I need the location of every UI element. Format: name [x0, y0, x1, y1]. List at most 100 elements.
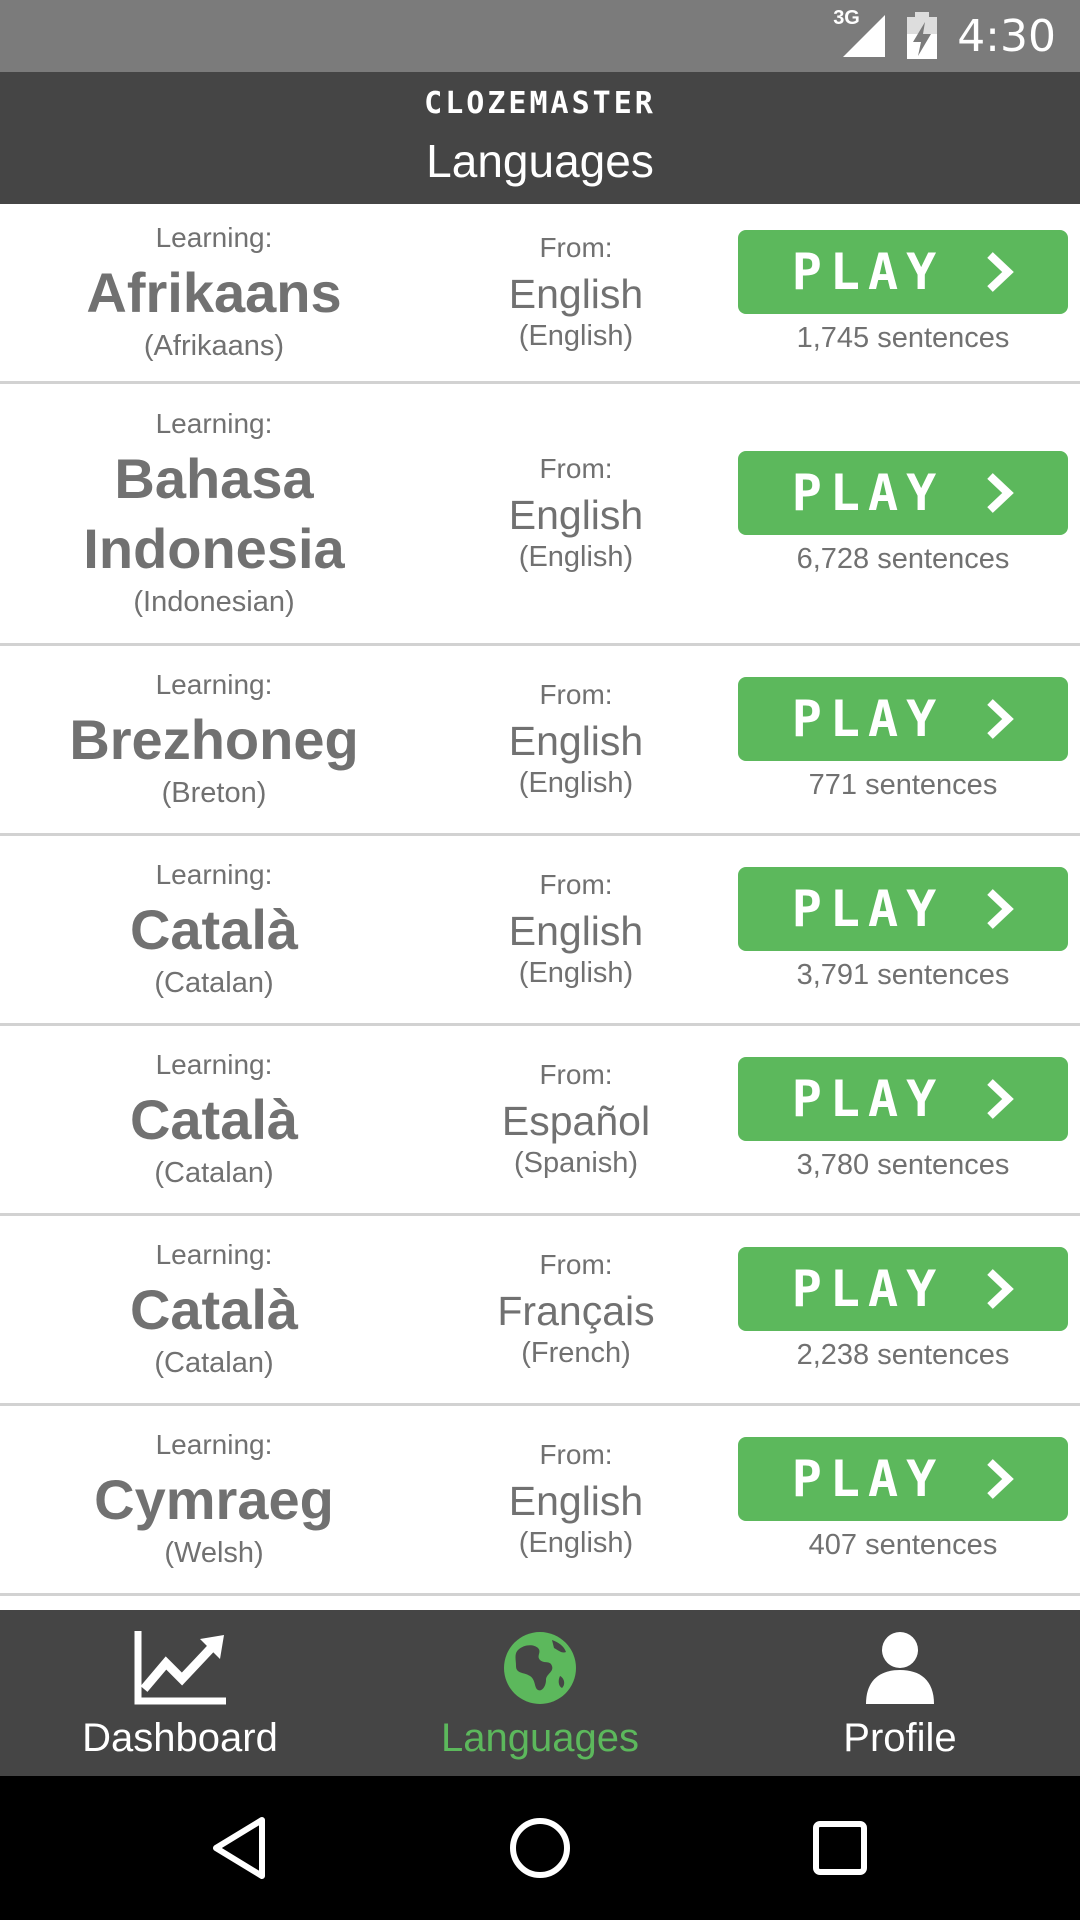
status-indicators: 3G 4:30: [833, 0, 1056, 72]
play-button-label: PLAY: [791, 1260, 945, 1318]
recents-icon[interactable]: [800, 1812, 880, 1884]
clock: 4:30: [957, 10, 1056, 62]
from-column: From: Français (French): [430, 1216, 722, 1403]
sentence-count: 407 sentences: [808, 1529, 998, 1561]
learning-label: Learning:: [155, 859, 273, 890]
learning-language-name: Bahasa Indonesia: [83, 447, 345, 580]
learning-language-name: Cymraeg: [94, 1468, 334, 1531]
from-language-english: (French): [521, 1337, 631, 1369]
play-button[interactable]: PLAY: [738, 230, 1068, 314]
sentence-count: 3,791 sentences: [796, 959, 1010, 991]
chevron-right-icon: [987, 1269, 1015, 1309]
language-row[interactable]: Learning: Català (Catalan) From: English (Eng…: [0, 836, 1080, 1026]
language-row[interactable]: Learning: Català (Catalan) From: Français (Fr…: [0, 1216, 1080, 1406]
home-icon[interactable]: [500, 1812, 580, 1884]
from-language-name: English: [508, 718, 644, 764]
learning-label: Learning:: [155, 1239, 273, 1270]
language-row[interactable]: Learning: Brezhoneg (Breton) From: English (E…: [0, 646, 1080, 836]
learning-column: Learning: Català (Catalan): [20, 1026, 408, 1213]
learning-language-name: Català: [129, 1278, 299, 1341]
from-label: From:: [539, 232, 613, 263]
sentence-count: 3,780 sentences: [796, 1149, 1010, 1181]
learning-label: Learning:: [155, 222, 273, 253]
chart-icon: [130, 1628, 230, 1708]
from-label: From:: [539, 1059, 613, 1090]
nav-languages[interactable]: Languages: [360, 1610, 720, 1776]
play-column: PLAY 3,791 sentences: [738, 836, 1068, 1023]
from-language-english: (English): [518, 541, 634, 573]
status-bar: 3G 4:30: [0, 0, 1080, 72]
brand-logo: CLOZEMASTER: [424, 86, 656, 121]
play-button[interactable]: PLAY: [738, 1437, 1068, 1521]
from-language-english: (English): [518, 767, 634, 799]
play-column: PLAY 1,745 sentences: [738, 204, 1068, 381]
cellular-signal-icon: 3G: [833, 7, 887, 59]
learning-column: Learning: Català (Catalan): [20, 1216, 408, 1403]
chevron-right-icon: [987, 699, 1015, 739]
learning-column: Learning: Brezhoneg (Breton): [20, 646, 408, 833]
play-button-label: PLAY: [791, 1070, 945, 1128]
page-title: Languages: [426, 135, 654, 187]
from-language-name: English: [508, 908, 644, 954]
from-language-name: Español: [501, 1098, 651, 1144]
play-button[interactable]: PLAY: [738, 867, 1068, 951]
play-button-label: PLAY: [791, 880, 945, 938]
play-button[interactable]: PLAY: [738, 1247, 1068, 1331]
learning-language-english: (Catalan): [154, 1347, 274, 1379]
play-button-label: PLAY: [791, 690, 945, 748]
from-label: From:: [539, 679, 613, 710]
back-icon[interactable]: [200, 1812, 280, 1884]
language-list[interactable]: Learning: Afrikaans (Afrikaans) From: Englis…: [0, 204, 1080, 1610]
app-screen: 3G 4:30 CLOZEMASTER Languages Learning: A…: [0, 0, 1080, 1920]
nav-dashboard-label: Dashboard: [82, 1716, 278, 1760]
learning-label: Learning:: [155, 408, 273, 439]
from-label: From:: [539, 1249, 613, 1280]
from-language-english: (English): [518, 957, 634, 989]
sentence-count: 6,728 sentences: [796, 543, 1010, 575]
language-row[interactable]: Learning: Cymraeg (Welsh) From: English (Engl…: [0, 1406, 1080, 1596]
nav-profile-label: Profile: [843, 1716, 957, 1760]
system-nav-bar: [0, 1776, 1080, 1920]
from-column: From: English (English): [430, 384, 722, 643]
from-column: From: English (English): [430, 646, 722, 833]
language-row[interactable]: Learning: Afrikaans (Afrikaans) From: Englis…: [0, 204, 1080, 384]
learning-column: Learning: Català (Catalan): [20, 836, 408, 1023]
language-row[interactable]: Learning: Bahasa Indonesia (Indonesian) Fro…: [0, 384, 1080, 646]
learning-language-english: (Afrikaans): [143, 330, 285, 362]
play-button[interactable]: PLAY: [738, 1057, 1068, 1141]
nav-profile[interactable]: Profile: [720, 1610, 1080, 1776]
from-column: From: English (English): [430, 1406, 722, 1593]
play-column: PLAY 407 sentences: [738, 1406, 1068, 1593]
from-language-name: English: [508, 1478, 644, 1524]
from-label: From:: [539, 1439, 613, 1470]
chevron-right-icon: [987, 1459, 1015, 1499]
from-label: From:: [539, 869, 613, 900]
chevron-right-icon: [987, 889, 1015, 929]
network-type-label: 3G: [833, 7, 860, 29]
language-row[interactable]: Learning: Català (Catalan) From: Español (Spa…: [0, 1026, 1080, 1216]
from-language-english: (Spanish): [513, 1147, 639, 1179]
play-button[interactable]: PLAY: [738, 451, 1068, 535]
chevron-right-icon: [987, 1079, 1015, 1119]
learning-label: Learning:: [155, 1049, 273, 1080]
play-button[interactable]: PLAY: [738, 677, 1068, 761]
sentence-count: 771 sentences: [808, 769, 998, 801]
play-column: PLAY 771 sentences: [738, 646, 1068, 833]
chevron-right-icon: [987, 252, 1015, 292]
learning-column: Learning: Afrikaans (Afrikaans): [20, 204, 408, 381]
sentence-count: 2,238 sentences: [796, 1339, 1010, 1371]
from-label: From:: [539, 453, 613, 484]
learning-label: Learning:: [155, 1429, 273, 1460]
learning-language-english: (Catalan): [154, 967, 274, 999]
from-language-name: English: [508, 271, 644, 317]
learning-language-name: Afrikaans: [86, 261, 342, 324]
play-button-label: PLAY: [791, 243, 945, 301]
nav-dashboard[interactable]: Dashboard: [0, 1610, 360, 1776]
play-column: PLAY 6,728 sentences: [738, 384, 1068, 643]
globe-icon: [490, 1628, 590, 1708]
play-column: PLAY 2,238 sentences: [738, 1216, 1068, 1403]
battery-icon: [907, 12, 938, 59]
learning-language-english: (Catalan): [154, 1157, 274, 1189]
learning-label: Learning:: [155, 669, 273, 700]
learning-language-english: (Breton): [161, 777, 267, 809]
